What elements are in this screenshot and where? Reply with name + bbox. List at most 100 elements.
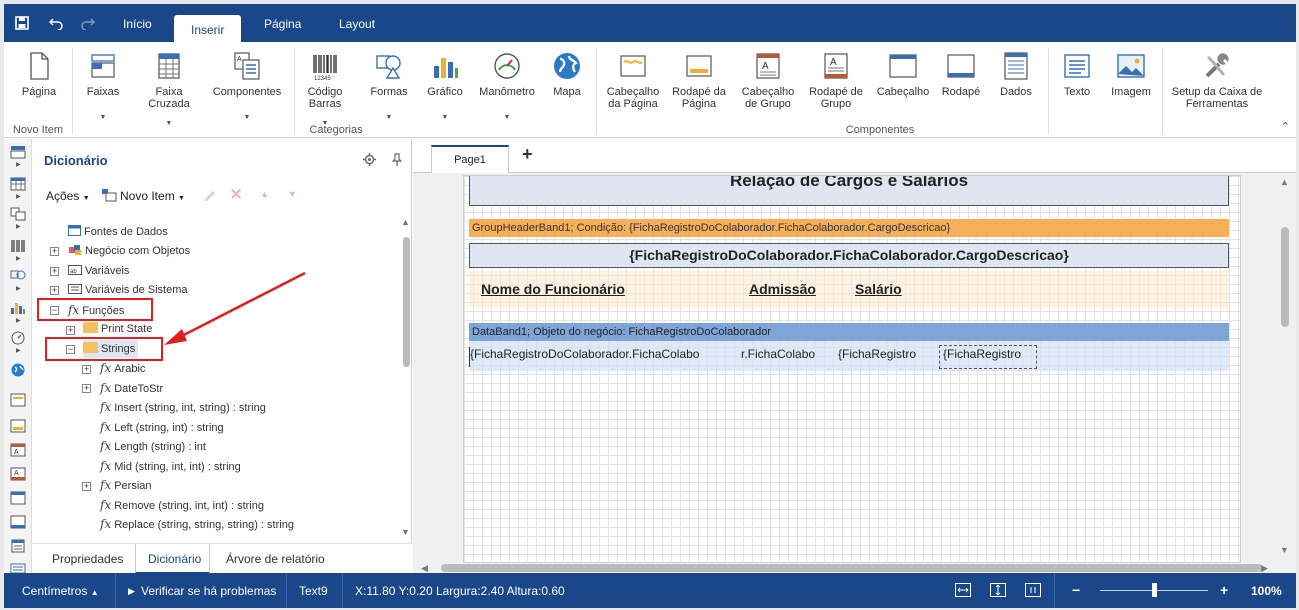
bands-icon[interactable] (10, 145, 26, 159)
tree-item-arabic[interactable]: fx Arabic (100, 359, 145, 377)
tree-item-mid[interactable]: fx Mid (string, int, int) : string (100, 457, 241, 475)
zoom-slider[interactable] (1100, 583, 1208, 597)
scroll-down-icon[interactable]: ▼ (1280, 545, 1289, 555)
expand-icon[interactable]: + (82, 482, 91, 491)
cross-band-icon[interactable] (10, 177, 26, 191)
move-down-icon[interactable]: ▼ (288, 189, 297, 199)
tree-scrollbar[interactable]: ▲ ▼ (401, 217, 411, 539)
barcode-icon[interactable] (10, 239, 26, 253)
zoom-thumb[interactable] (1152, 583, 1157, 597)
data-band[interactable]: DataBand1; Objeto do negócio: FichaRegis… (469, 323, 1229, 341)
move-up-icon[interactable]: ▲ (260, 189, 269, 199)
expand-icon[interactable]: + (66, 326, 75, 335)
ribbon-dados-button[interactable]: Dados (992, 42, 1040, 122)
tab-inserir[interactable]: Inserir (174, 15, 242, 42)
tree-item-negocio-objetos[interactable]: Negócio com Objetos (68, 242, 190, 260)
gear-icon[interactable] (363, 153, 376, 166)
chart-icon[interactable] (10, 301, 26, 315)
expand-icon[interactable]: + (82, 365, 91, 374)
ribbon-cabecalho-button[interactable]: Cabeçalho (872, 42, 934, 122)
tab-layout[interactable]: Layout (339, 16, 375, 42)
col-admissao[interactable]: Admissão (749, 281, 816, 297)
tree-item-print-state[interactable]: Print State (83, 320, 152, 338)
page-header-icon[interactable] (10, 393, 26, 407)
tree-item-insert[interactable]: fx Insert (string, int, string) : string (100, 398, 266, 416)
ribbon-rodape-button[interactable]: Rodapé (936, 42, 986, 122)
new-item-menu[interactable]: Novo Item ▼ (120, 189, 185, 203)
expand-icon[interactable]: + (82, 384, 91, 393)
tree-item-fontes-de-dados[interactable]: Fontes de Dados (68, 223, 168, 241)
tab-inicio[interactable]: Início (123, 16, 152, 42)
pin-icon[interactable] (392, 153, 402, 166)
ribbon-pagina-button[interactable]: Página (10, 42, 68, 122)
col-salario[interactable]: Salário (855, 281, 902, 297)
ribbon-cabecalho-grupo-button[interactable]: A Cabeçalho de Grupo (736, 42, 800, 122)
ribbon-faixa-cruzada-button[interactable]: Faixa Cruzada ▼ (138, 42, 200, 127)
ribbon-manometro-button[interactable]: Manômetro ▼ (472, 42, 542, 122)
save-icon[interactable] (15, 16, 29, 34)
ribbon-cabecalho-pagina-button[interactable]: Cabeçalho da Página (602, 42, 664, 122)
scroll-down-icon[interactable]: ▼ (401, 527, 410, 537)
actions-menu[interactable]: Ações ▼ (46, 189, 90, 203)
tree-item-persian[interactable]: fx Persian (100, 476, 152, 494)
footer-icon[interactable] (10, 515, 26, 529)
ribbon-grafico-button[interactable]: Gráfico ▼ (420, 42, 470, 122)
data-field-salario[interactable]: {FichaRegistro (838, 347, 934, 367)
tree-item-variaveis[interactable]: ab Variáveis (68, 262, 129, 280)
group-header-field[interactable]: {FichaRegistroDoColaborador.FichaColabor… (469, 243, 1229, 268)
canvas-vscrollbar[interactable]: ▲ ▼ (1280, 175, 1290, 563)
zoom-out-button[interactable]: − (1072, 582, 1080, 598)
delete-icon[interactable]: ✕ (229, 185, 243, 205)
gauge-icon[interactable] (10, 331, 26, 345)
fit-page-icon[interactable] (990, 583, 1006, 597)
text-icon[interactable] (10, 563, 26, 573)
ribbon-mapa-button[interactable]: Mapa (544, 42, 590, 122)
ribbon-imagem-button[interactable]: Imagem (1104, 42, 1158, 122)
tree-item-length[interactable]: fx Length (string) : int (100, 437, 206, 455)
fit-width-icon[interactable] (955, 583, 971, 597)
ribbon-texto-button[interactable]: Texto (1054, 42, 1100, 122)
add-page-button[interactable]: + (522, 144, 533, 165)
expand-icon[interactable]: + (50, 247, 59, 256)
check-issues-button[interactable]: Verificar se há problemas (141, 584, 276, 598)
tab-propriedades[interactable]: Propriedades (52, 552, 123, 566)
col-nome-funcionario[interactable]: Nome do Funcionário (481, 281, 625, 297)
map-icon[interactable] (10, 363, 26, 377)
components-icon[interactable] (10, 207, 26, 221)
tree-item-remove[interactable]: fx Remove (string, int, int) : string (100, 496, 264, 514)
data-icon[interactable] (10, 539, 26, 553)
zoom-in-button[interactable]: + (1220, 582, 1228, 598)
report-title[interactable]: Relação de Cargos e Salários (469, 176, 1229, 206)
header-icon[interactable] (10, 491, 26, 505)
page-footer-icon[interactable] (10, 419, 26, 433)
scroll-up-icon[interactable]: ▲ (401, 217, 410, 227)
expand-icon[interactable]: + (50, 286, 59, 295)
group-header-icon[interactable]: A (10, 443, 26, 457)
scroll-thumb[interactable] (1281, 227, 1289, 327)
tab-arvore-relatorio[interactable]: Árvore de relatório (226, 552, 325, 566)
data-field-nome[interactable]: {FichaRegistroDoColaborador.FichaColabo (469, 347, 733, 367)
edit-icon[interactable] (203, 189, 217, 201)
units-menu[interactable]: Centímetros ▲ (22, 584, 99, 598)
ribbon-codigo-barras-button[interactable]: 12345 Código Barras ▼ (300, 42, 350, 127)
tab-pagina[interactable]: Página (264, 16, 301, 42)
group-header-band[interactable]: GroupHeaderBand1; Condição: {FichaRegist… (469, 219, 1229, 237)
actual-size-icon[interactable] (1025, 583, 1041, 597)
ribbon-rodape-grupo-button[interactable]: A Rodapé de Grupo (804, 42, 868, 122)
page-tab-page1[interactable]: Page1 (431, 145, 509, 173)
data-field-admissao[interactable]: r.FichaColabo (741, 347, 829, 367)
ribbon-setup-toolbox-button[interactable]: Setup da Caixa de Ferramentas (1166, 42, 1268, 122)
scroll-thumb[interactable] (441, 564, 1263, 572)
scroll-up-icon[interactable]: ▲ (1280, 177, 1289, 187)
ribbon-faixas-button[interactable]: Faixas ▼ (78, 42, 128, 122)
ribbon-componentes-button[interactable]: A Componentes ▼ (206, 42, 288, 122)
shapes-icon[interactable] (10, 269, 26, 283)
report-canvas[interactable]: Relação de Cargos e Salários GroupHeader… (463, 175, 1241, 563)
collapse-ribbon-icon[interactable]: ⌃ (1281, 120, 1290, 133)
group-footer-icon[interactable]: A (10, 467, 26, 481)
canvas-hscrollbar[interactable]: ◀ ▶ (421, 563, 1268, 573)
redo-icon[interactable] (80, 16, 96, 34)
tree-item-datetostr[interactable]: fx DateToStr (100, 379, 163, 397)
ribbon-rodape-pagina-button[interactable]: Rodapé da Página (668, 42, 730, 122)
tree-item-left[interactable]: fx Left (string, int) : string (100, 418, 224, 436)
